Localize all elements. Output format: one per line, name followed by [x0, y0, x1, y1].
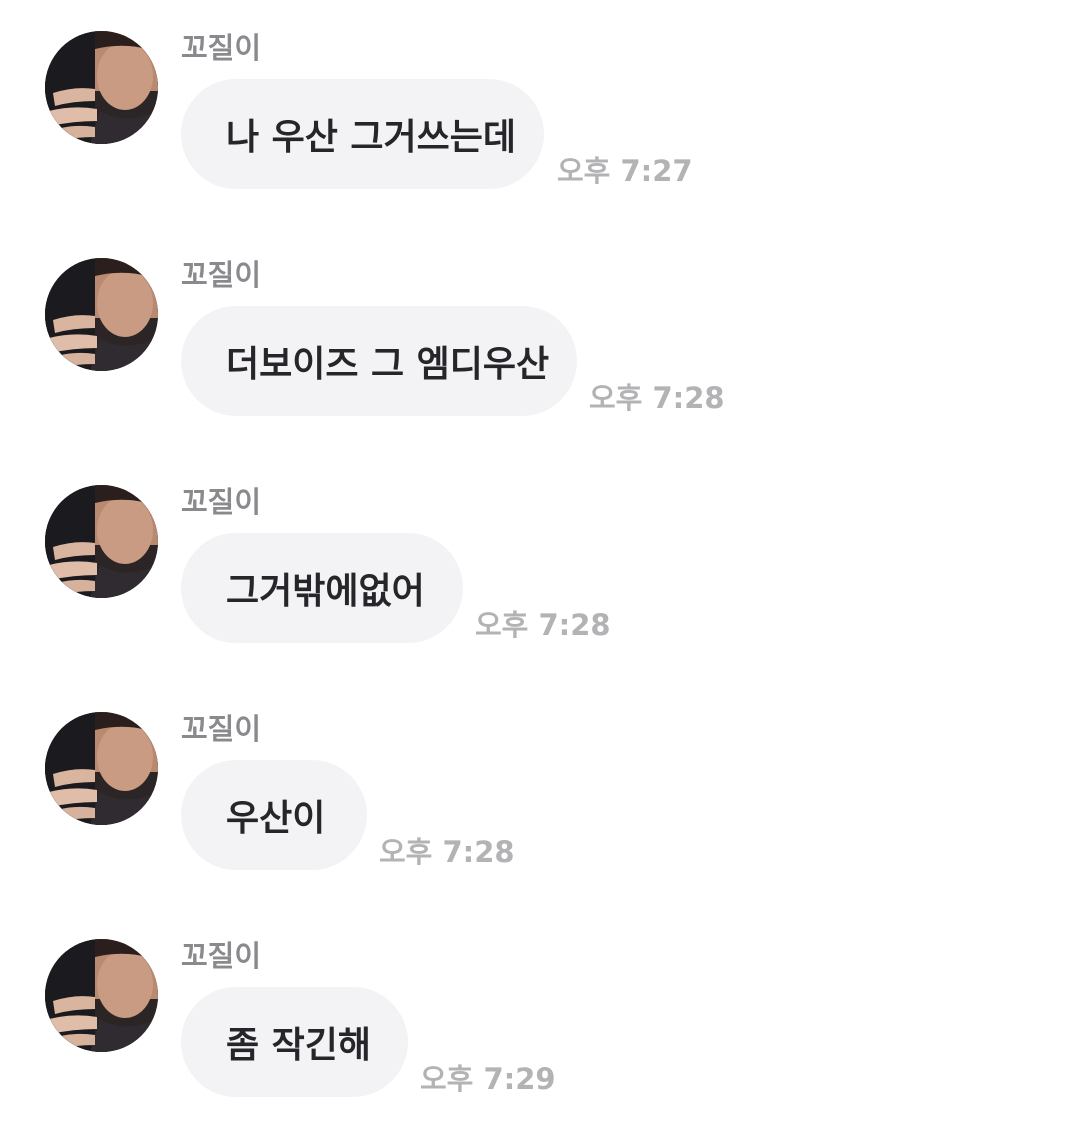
- sender-name: 꼬질이: [181, 31, 262, 65]
- chat-message: 꼬질이 그거밖에없어 오후 7:28: [0, 454, 1080, 681]
- profile-photo-avatar: [45, 939, 158, 1052]
- message-bubble[interactable]: 나 우산 그거쓰는데: [181, 79, 544, 189]
- profile-photo-avatar: [45, 31, 158, 144]
- chat-message: 꼬질이 나 우산 그거쓰는데 오후 7:27: [0, 0, 1080, 227]
- chat-message: 꼬질이 우산이 오후 7:28: [0, 681, 1080, 908]
- message-time: 오후 7:28: [475, 608, 611, 642]
- sender-name: 꼬질이: [181, 258, 262, 292]
- sender-avatar[interactable]: [45, 258, 158, 371]
- message-bubble[interactable]: 그거밖에없어: [181, 533, 463, 643]
- sender-avatar[interactable]: [45, 712, 158, 825]
- sender-avatar[interactable]: [45, 485, 158, 598]
- message-bubble[interactable]: 우산이: [181, 760, 367, 870]
- sender-name: 꼬질이: [181, 939, 262, 973]
- chat-message: 꼬질이 더보이즈 그 엠디우산 오후 7:28: [0, 227, 1080, 454]
- message-time: 오후 7:27: [557, 154, 693, 188]
- sender-name: 꼬질이: [181, 712, 262, 746]
- message-time: 오후 7:28: [379, 835, 515, 869]
- message-bubble[interactable]: 더보이즈 그 엠디우산: [181, 306, 577, 416]
- sender-name: 꼬질이: [181, 485, 262, 519]
- profile-photo-avatar: [45, 712, 158, 825]
- sender-avatar[interactable]: [45, 31, 158, 144]
- profile-photo-avatar: [45, 485, 158, 598]
- chat-message: 꼬질이 좀 작긴해 오후 7:29: [0, 908, 1080, 1135]
- message-bubble[interactable]: 좀 작긴해: [181, 987, 408, 1097]
- message-time: 오후 7:28: [589, 381, 725, 415]
- profile-photo-avatar: [45, 258, 158, 371]
- sender-avatar[interactable]: [45, 939, 158, 1052]
- message-time: 오후 7:29: [420, 1062, 556, 1096]
